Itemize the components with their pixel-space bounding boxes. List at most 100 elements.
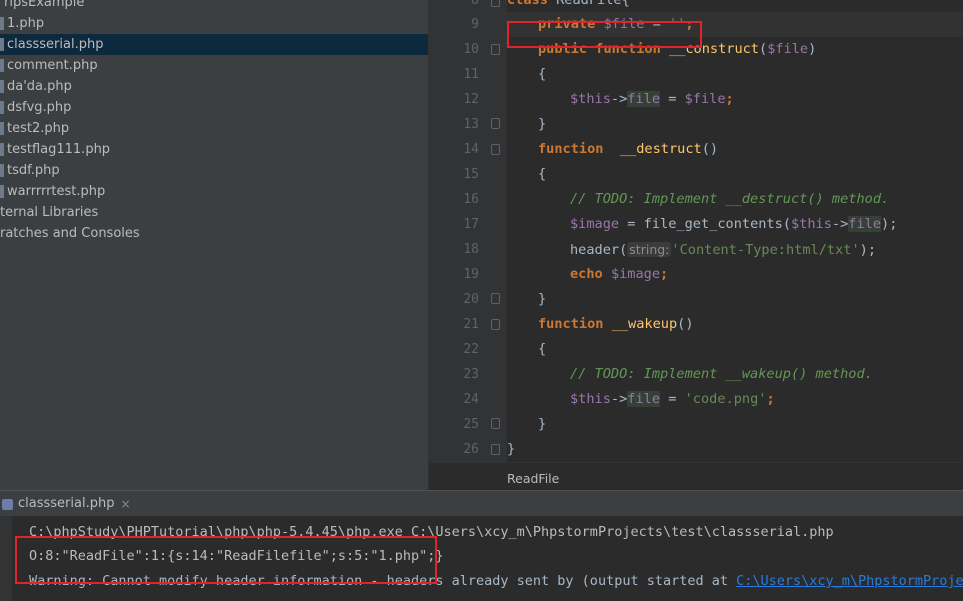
run-tab-classserial[interactable]: classserial.php × — [0, 491, 131, 517]
fold-marker-icon[interactable] — [491, 293, 500, 304]
code-token: file — [627, 391, 661, 407]
console-gutter — [0, 516, 12, 601]
tree-item-label: tsdf.php — [7, 163, 60, 178]
tree-item-label: comment.php — [7, 58, 98, 73]
code-line-25[interactable]: } — [538, 412, 546, 437]
annotation-box-private-file — [507, 21, 702, 48]
code-token: function — [538, 141, 604, 157]
fold-marker-icon[interactable] — [491, 44, 500, 55]
run-tab-bar: classserial.php × — [0, 490, 963, 516]
code-token: ; — [725, 91, 734, 107]
code-line-11[interactable]: { — [538, 62, 546, 87]
breadcrumb-item-readfile[interactable]: ReadFile — [507, 471, 559, 486]
code-line-22[interactable]: { — [538, 337, 546, 362]
tree-item-1-php[interactable]: 1.php — [0, 13, 428, 34]
line-number: 11 — [463, 67, 479, 82]
code-token: { — [538, 166, 547, 182]
tree-item-test2-php[interactable]: test2.php — [0, 118, 69, 139]
fold-marker-icon[interactable] — [491, 144, 500, 155]
code-token: } — [538, 116, 547, 132]
annotation-box-serialized-output — [15, 536, 437, 584]
code-token: = — [660, 391, 685, 407]
php-file-icon — [0, 59, 4, 72]
php-file-icon — [0, 80, 4, 93]
fold-marker-icon[interactable] — [491, 319, 500, 330]
code-line-18[interactable]: header(string: 'Content-Type:html/txt'); — [570, 237, 876, 262]
code-token: } — [538, 291, 547, 307]
code-line-15[interactable]: { — [538, 162, 546, 187]
code-token: ReadFile{ — [556, 0, 630, 8]
fold-marker-icon[interactable] — [491, 444, 500, 455]
php-file-icon — [0, 164, 4, 177]
code-token: ( — [782, 216, 791, 232]
code-token: 'code.png' — [684, 391, 767, 407]
code-token: $file — [767, 41, 809, 57]
php-file-icon — [0, 122, 4, 135]
tree-item-label: warrrrrtest.php — [7, 184, 106, 199]
php-run-icon — [2, 498, 13, 510]
fold-marker-icon[interactable] — [491, 0, 500, 7]
tree-external-libraries[interactable]: ternal Libraries — [0, 202, 98, 223]
code-line-26[interactable]: } — [507, 437, 515, 462]
line-number: 9 — [471, 17, 479, 32]
tree-item-label: da'da.php — [7, 79, 72, 94]
code-token: $this — [570, 91, 611, 107]
fold-marker-icon[interactable] — [491, 418, 500, 429]
tree-item-label: dsfvg.php — [7, 100, 72, 115]
tree-item-comment-php[interactable]: comment.php — [0, 55, 98, 76]
close-icon[interactable]: × — [120, 491, 130, 517]
code-line-13[interactable]: } — [538, 112, 546, 137]
warning-file-link[interactable]: C:\Users\xcy_m\PhpstormProject — [736, 573, 963, 589]
tree-item-dsfvg-php[interactable]: dsfvg.php — [0, 97, 71, 118]
tree-item-label: 1.php — [7, 16, 45, 31]
code-token: $file — [684, 91, 726, 107]
code-token: ) — [808, 41, 817, 57]
code-token: ; — [660, 266, 669, 282]
code-line-19[interactable]: echo $image; — [570, 262, 668, 287]
tree-item-label: classserial.php — [7, 37, 104, 52]
code-token: function — [538, 316, 604, 332]
code-token: file_get_contents — [643, 216, 783, 232]
code-line-21[interactable]: function __wakeup() — [538, 312, 694, 337]
tree-item-testflag111-php[interactable]: testflag111.php — [0, 139, 110, 160]
breadcrumb[interactable]: ReadFile — [507, 462, 559, 490]
run-tab-label: classserial.php — [18, 496, 115, 511]
tree-scratches-and-consoles[interactable]: ratches and Consoles — [0, 223, 140, 244]
code-line-14[interactable]: function __destruct() — [538, 137, 718, 162]
code-token: ; — [766, 391, 775, 407]
code-line-20[interactable]: } — [538, 287, 546, 312]
fold-marker-icon[interactable] — [491, 118, 500, 129]
tree-item-warrrrrtest-php[interactable]: warrrrrtest.php — [0, 181, 105, 202]
code-line-24[interactable]: $this->file = 'code.png'; — [570, 387, 775, 412]
line-number: 23 — [463, 367, 479, 382]
tree-item-label: ternal Libraries — [0, 205, 99, 220]
code-token: -> — [831, 216, 849, 232]
code-token: $this — [570, 391, 611, 407]
code-line-17[interactable]: $image = file_get_contents($this->file); — [570, 212, 897, 237]
code-line-16[interactable]: // TODO: Implement __destruct() method. — [570, 187, 889, 212]
tree-item-classserial-php[interactable]: classserial.php — [0, 34, 428, 55]
tree-item-tsdf-php[interactable]: tsdf.php — [0, 160, 60, 181]
code-token: 'Content-Type:html/txt' — [671, 242, 860, 258]
code-token: () — [677, 316, 694, 332]
tree-item-label: test2.php — [7, 121, 70, 136]
tree-item-dada-php[interactable]: da'da.php — [0, 76, 72, 97]
php-file-icon — [0, 185, 4, 198]
parameter-hint: string: — [627, 242, 672, 257]
code-token: -> — [610, 91, 628, 107]
line-number: 21 — [463, 317, 479, 332]
line-number: 13 — [463, 117, 479, 132]
code-token: file — [627, 91, 661, 107]
code-token: ( — [759, 41, 768, 57]
code-line-23[interactable]: // TODO: Implement __wakeup() method. — [570, 362, 873, 387]
code-token: () — [701, 141, 719, 157]
code-line-12[interactable]: $this->file = $file; — [570, 87, 734, 112]
line-number: 20 — [463, 292, 479, 307]
line-number: 17 — [463, 217, 479, 232]
php-file-icon — [0, 38, 4, 51]
code-token: = — [660, 91, 685, 107]
line-number: 15 — [463, 167, 479, 182]
tree-root-folder[interactable]: ripsExample — [4, 0, 84, 13]
line-number: 18 — [463, 242, 479, 257]
line-number: 25 — [463, 417, 479, 432]
